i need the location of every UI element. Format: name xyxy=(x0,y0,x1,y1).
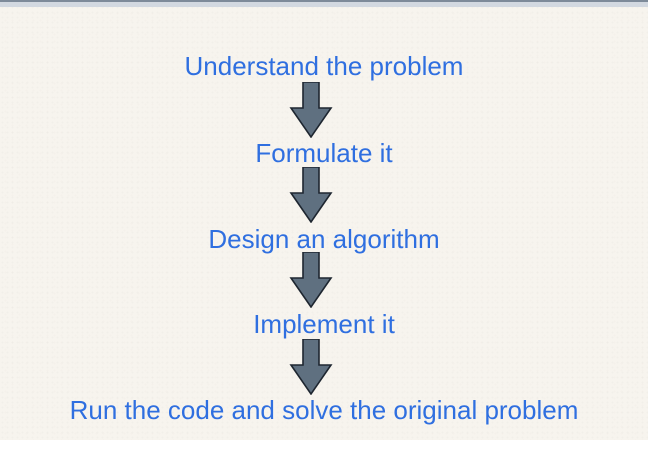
step-understand-problem: Understand the problem xyxy=(184,51,464,81)
down-arrow-icon xyxy=(289,82,333,138)
down-arrow-icon xyxy=(289,339,333,395)
down-arrow-icon xyxy=(289,252,333,308)
bottom-margin xyxy=(0,440,648,451)
slide: Understand the problem Formulate it Desi… xyxy=(0,0,648,451)
step-design-algorithm: Design an algorithm xyxy=(208,224,440,254)
step-formulate: Formulate it xyxy=(255,138,393,168)
top-rule-shadow xyxy=(0,2,648,7)
step-implement: Implement it xyxy=(253,309,395,339)
step-run-and-solve: Run the code and solve the original prob… xyxy=(69,395,579,425)
down-arrow-icon xyxy=(289,167,333,223)
